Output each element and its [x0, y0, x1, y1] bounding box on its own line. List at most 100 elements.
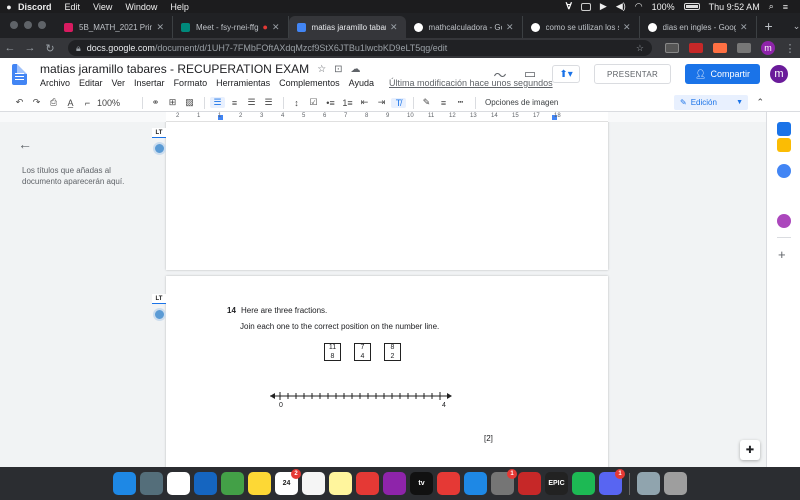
addon-flower-icon[interactable] — [777, 214, 791, 228]
grammar-check-icon[interactable] — [152, 142, 166, 155]
comments-icon[interactable]: ▭ — [522, 66, 538, 82]
number-line[interactable] — [270, 386, 460, 406]
move-folder-icon[interactable]: ⊡ — [334, 64, 342, 75]
justify-icon[interactable]: ☰ — [261, 97, 276, 108]
menu-ver[interactable]: Ver — [112, 78, 126, 88]
star-icon[interactable]: ☆ — [317, 64, 326, 75]
reload-icon[interactable]: ↻ — [40, 42, 60, 55]
cloud-saved-icon[interactable]: ☁ — [351, 64, 361, 75]
present-button[interactable]: PRESENTAR — [594, 64, 672, 84]
keep-addon-icon[interactable] — [777, 138, 791, 152]
add-comment-icon[interactable]: ⊞ — [165, 97, 180, 108]
menu-editar[interactable]: Editar — [79, 78, 103, 88]
back-arrow-icon[interactable]: ← — [0, 42, 20, 54]
app-store-icon[interactable] — [464, 472, 487, 495]
zoom-window-button[interactable] — [38, 21, 46, 29]
finder-icon[interactable] — [113, 472, 136, 495]
languagetool-badge[interactable]: LT — [152, 294, 166, 304]
document-canvas[interactable]: ← Los títulos que añadas al documento ap… — [0, 122, 766, 467]
messages-icon[interactable] — [221, 472, 244, 495]
launchpad-icon[interactable] — [140, 472, 163, 495]
document-page[interactable] — [166, 122, 608, 270]
chrome-menu-icon[interactable]: ⋮ — [780, 42, 800, 55]
document-page[interactable]: 14 Here are three fractions. Join each o… — [166, 276, 608, 467]
spellcheck-icon[interactable]: A̲ — [63, 98, 78, 108]
control-center-icon[interactable]: ≡ — [783, 2, 788, 12]
present-to-meet-button[interactable]: ⬆▾ — [552, 65, 581, 83]
lock-icon[interactable]: 🔒︎ — [76, 43, 81, 54]
extension-icon[interactable] — [713, 43, 727, 53]
document-title[interactable]: matias jaramillo tabares - RECUPERATION … — [40, 62, 309, 76]
user-avatar[interactable]: m — [770, 65, 788, 83]
menu-complementos[interactable]: Complementos — [279, 78, 340, 88]
menu-herramientas[interactable]: Herramientas — [216, 78, 270, 88]
image-options-button[interactable]: Opciones de imagen — [485, 98, 558, 107]
decrease-indent-icon[interactable]: ⇤ — [357, 97, 372, 108]
menu-ayuda[interactable]: Ayuda — [349, 78, 374, 88]
browser-tab[interactable]: mathcalculadora - Goog ✕ — [406, 16, 523, 38]
news-icon[interactable] — [437, 472, 460, 495]
browser-tab[interactable]: Meet - fsy-rnei-ffg ● ✕ — [173, 16, 289, 38]
browser-tab[interactable]: 5B_MATH_2021 Primary ✕ — [56, 16, 173, 38]
screen-record-icon[interactable] — [580, 2, 591, 11]
close-outline-arrow-icon[interactable]: ← — [18, 136, 32, 152]
align-center-icon[interactable]: ≡ — [227, 98, 242, 108]
system-preferences-icon[interactable]: 1 — [491, 469, 517, 495]
editing-mode-select[interactable]: ✎ Edición ▼ — [674, 95, 748, 110]
numbered-list-icon[interactable]: 1≡ — [340, 98, 355, 108]
music-icon[interactable] — [356, 472, 379, 495]
search-icon[interactable]: ⌕ — [769, 1, 774, 12]
border-weight-icon[interactable]: ≡ — [436, 98, 451, 108]
border-dash-icon[interactable]: ┅ — [453, 97, 468, 108]
tab-close-icon[interactable]: ✕ — [623, 22, 631, 33]
bulleted-list-icon[interactable]: •≡ — [323, 98, 338, 108]
volume-icon[interactable]: ◀) — [616, 1, 626, 12]
add-addon-plus-icon[interactable]: + — [778, 247, 786, 262]
align-right-icon[interactable]: ☰ — [244, 97, 259, 108]
menu-archivo[interactable]: Archivo — [40, 78, 70, 88]
tasks-addon-icon[interactable] — [777, 164, 791, 178]
browser-tab-active[interactable]: matias jaramillo tabares ✕ — [288, 16, 406, 38]
print-icon[interactable]: ⎙ — [46, 97, 61, 108]
share-button[interactable]: 👤︎ Compartir — [685, 64, 760, 84]
calendar-addon-icon[interactable] — [777, 122, 791, 136]
downloads-icon[interactable] — [637, 472, 660, 495]
tab-close-icon[interactable]: ✕ — [506, 22, 514, 33]
fraction-card[interactable]: 11 8 — [324, 343, 341, 361]
horizontal-ruler[interactable]: 2 1 1 2 3 4 5 6 7 8 9 10 11 12 13 14 15 17 18 — [166, 112, 608, 122]
vpn-status-icon[interactable]: Ɐ — [566, 1, 572, 12]
tab-close-icon[interactable]: ✕ — [156, 22, 164, 33]
close-window-button[interactable] — [10, 21, 18, 29]
undo-icon[interactable]: ↶ — [12, 97, 27, 108]
battery-icon[interactable] — [683, 3, 700, 10]
collapse-menus-icon[interactable]: ⌃ — [756, 97, 764, 108]
safari-icon[interactable] — [194, 472, 217, 495]
extension-icon[interactable] — [689, 43, 703, 53]
apple-menu-icon[interactable]: ● — [0, 2, 18, 12]
line-spacing-icon[interactable]: ↕ — [289, 98, 304, 108]
paint-format-icon[interactable]: ⌐ — [80, 98, 95, 108]
minimize-window-button[interactable] — [24, 21, 32, 29]
new-tab-button[interactable]: + — [757, 18, 781, 38]
border-color-icon[interactable]: ✎ — [419, 97, 434, 108]
align-left-icon[interactable]: ☰ — [210, 97, 225, 108]
clock[interactable]: Thu 9:52 AM — [709, 2, 760, 12]
calendar-icon[interactable]: 24 2 — [275, 469, 301, 495]
insert-image-icon[interactable]: ▨ — [182, 97, 197, 108]
browser-tab[interactable]: dias en ingles - Google B ✕ — [640, 16, 757, 38]
link-icon[interactable]: ⚭ — [148, 97, 163, 108]
express-vpn-icon[interactable] — [518, 472, 541, 495]
tab-close-icon[interactable]: ✕ — [272, 22, 280, 33]
fraction-card[interactable]: 7 4 — [354, 343, 371, 361]
grammar-check-icon[interactable] — [152, 308, 166, 321]
reminders-icon[interactable] — [302, 472, 325, 495]
menu-view[interactable]: View — [93, 2, 112, 12]
extension-icon[interactable] — [665, 43, 679, 53]
zoom-select[interactable]: 100% — [97, 98, 133, 108]
fraction-card[interactable]: 8 2 — [384, 343, 401, 361]
bookmark-star-icon[interactable]: ☆ — [636, 43, 644, 54]
tab-search-icon[interactable]: ⌄ — [781, 21, 800, 38]
tab-close-icon[interactable]: ✕ — [740, 22, 748, 33]
puzzle-icon[interactable] — [737, 43, 751, 53]
menu-formato[interactable]: Formato — [174, 78, 208, 88]
